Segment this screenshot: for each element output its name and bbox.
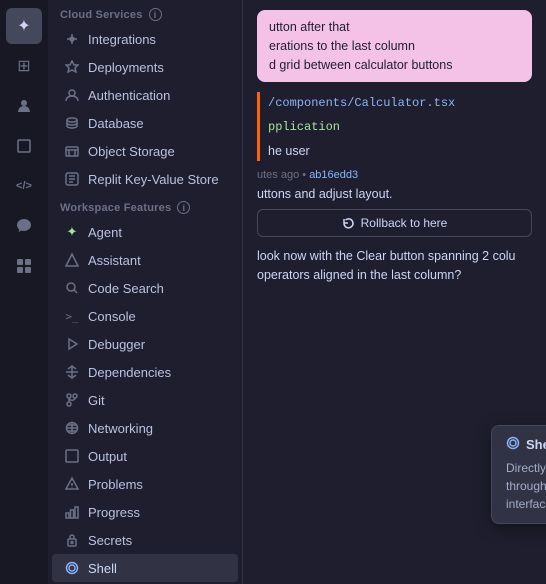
- user-question-line1: look now with the Clear button spanning …: [257, 249, 516, 263]
- sidebar-item-authentication[interactable]: Authentication: [52, 81, 238, 109]
- sidebar-item-object-storage[interactable]: Object Storage: [52, 137, 238, 165]
- shell-tooltip: Shell Directly access your Repl through …: [491, 425, 546, 524]
- assistant-label: Assistant: [88, 253, 226, 268]
- icon-bar: ✦ ⊞ </>: [0, 0, 48, 584]
- person-icon-btn[interactable]: [6, 88, 42, 124]
- commit-message: uttons and adjust layout.: [257, 187, 532, 201]
- code-icon-btn[interactable]: </>: [6, 168, 42, 204]
- replit-kv-label: Replit Key-Value Store: [88, 172, 226, 187]
- tooltip-title-text: Shell: [526, 437, 546, 452]
- sidebar-item-secrets[interactable]: Secrets: [52, 526, 238, 554]
- workspace-features-label: Workspace Features: [60, 202, 171, 214]
- agent-icon: ✦: [64, 224, 80, 240]
- database-label: Database: [88, 116, 226, 131]
- sidebar-item-dependencies[interactable]: Dependencies: [52, 358, 238, 386]
- rollback-icon: [342, 217, 355, 230]
- file-ref-section: /components/Calculator.tsx pplication he…: [257, 92, 532, 161]
- sidebar-item-progress[interactable]: Progress: [52, 498, 238, 526]
- networking-icon: [64, 420, 80, 436]
- sidebar-item-git[interactable]: Git: [52, 386, 238, 414]
- sidebar: Cloud Services i Integrations Deployment…: [48, 0, 243, 584]
- sidebar-item-networking[interactable]: Networking: [52, 414, 238, 442]
- secrets-icon: [64, 532, 80, 548]
- dependencies-label: Dependencies: [88, 365, 226, 380]
- sidebar-item-assistant[interactable]: Assistant: [52, 246, 238, 274]
- cloud-services-label: Cloud Services: [60, 9, 143, 21]
- file-ref: /components/Calculator.tsx: [268, 92, 532, 114]
- sidebar-item-replit-kv[interactable]: Replit Key-Value Store: [52, 165, 238, 193]
- code-search-icon: [64, 280, 80, 296]
- workspace-features-header: Workspace Features i: [48, 193, 242, 218]
- authentication-icon: [64, 87, 80, 103]
- user-question: look now with the Clear button spanning …: [257, 247, 532, 285]
- shell-icon: [64, 560, 80, 576]
- secrets-label: Secrets: [88, 533, 226, 548]
- database-icon: [64, 115, 80, 131]
- debugger-icon: [64, 336, 80, 352]
- chat-line-1: utton after that: [269, 18, 520, 37]
- cloud-services-header: Cloud Services i: [48, 0, 242, 25]
- commit-time: utes ago: [257, 169, 299, 181]
- ai-text: he user: [268, 142, 532, 161]
- code-text: pplication: [268, 120, 532, 134]
- tooltip-body: Directly access your Repl through a comm…: [506, 459, 546, 513]
- sidebar-item-shell[interactable]: Shell: [52, 554, 238, 582]
- user-question-line2: operators aligned in the last column?: [257, 268, 461, 282]
- git-label: Git: [88, 393, 226, 408]
- integrations-icon: [64, 31, 80, 47]
- object-storage-icon: [64, 143, 80, 159]
- debugger-label: Debugger: [88, 337, 226, 352]
- sidebar-item-integrations[interactable]: Integrations: [52, 25, 238, 53]
- assistant-icon: [64, 252, 80, 268]
- workspace-features-info-icon[interactable]: i: [177, 201, 190, 214]
- chat-icon-btn[interactable]: [6, 208, 42, 244]
- blocks-icon-btn[interactable]: [6, 248, 42, 284]
- rollback-button[interactable]: Rollback to here: [257, 209, 532, 237]
- tooltip-title: Shell: [506, 436, 546, 453]
- sidebar-item-output[interactable]: Output: [52, 442, 238, 470]
- dependencies-icon: [64, 364, 80, 380]
- chat-line-2: erations to the last column: [269, 37, 520, 56]
- shell-label: Shell: [88, 561, 226, 576]
- authentication-label: Authentication: [88, 88, 226, 103]
- console-icon: >_: [64, 308, 80, 324]
- sidebar-item-problems[interactable]: Problems: [52, 470, 238, 498]
- commit-info: utes ago • ab16edd3: [257, 169, 532, 181]
- sidebar-item-console[interactable]: >_ Console: [52, 302, 238, 330]
- git-icon: [64, 392, 80, 408]
- integrations-label: Integrations: [88, 32, 226, 47]
- problems-icon: [64, 476, 80, 492]
- layers-icon-btn[interactable]: [6, 128, 42, 164]
- deployments-label: Deployments: [88, 60, 226, 75]
- problems-label: Problems: [88, 477, 226, 492]
- main-content: utton after that erations to the last co…: [243, 0, 546, 584]
- deployments-icon: [64, 59, 80, 75]
- sidebar-item-database[interactable]: Database: [52, 109, 238, 137]
- output-icon: [64, 448, 80, 464]
- replit-icon-btn[interactable]: ✦: [6, 8, 42, 44]
- tooltip-shell-icon: [506, 436, 520, 453]
- progress-label: Progress: [88, 505, 226, 520]
- output-label: Output: [88, 449, 226, 464]
- progress-icon: [64, 504, 80, 520]
- sidebar-item-deployments[interactable]: Deployments: [52, 53, 238, 81]
- grid-icon-btn[interactable]: ⊞: [6, 48, 42, 84]
- cloud-services-info-icon[interactable]: i: [149, 8, 162, 21]
- sidebar-item-code-search[interactable]: Code Search: [52, 274, 238, 302]
- chat-line-3: d grid between calculator buttons: [269, 56, 520, 75]
- replit-kv-icon: [64, 171, 80, 187]
- agent-label: Agent: [88, 225, 226, 240]
- chat-bubble: utton after that erations to the last co…: [257, 10, 532, 82]
- sidebar-item-agent[interactable]: ✦ Agent: [52, 218, 238, 246]
- object-storage-label: Object Storage: [88, 144, 226, 159]
- rollback-label: Rollback to here: [361, 216, 448, 230]
- networking-label: Networking: [88, 421, 226, 436]
- console-label: Console: [88, 309, 226, 324]
- sidebar-item-debugger[interactable]: Debugger: [52, 330, 238, 358]
- commit-hash: ab16edd3: [309, 169, 358, 181]
- code-search-label: Code Search: [88, 281, 226, 296]
